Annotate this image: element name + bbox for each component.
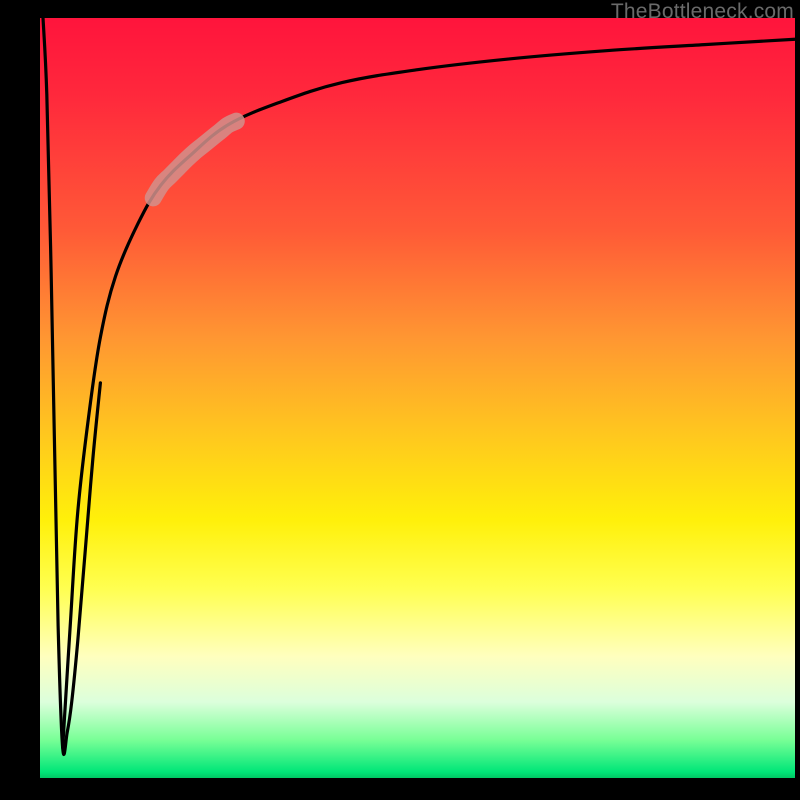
plot-area <box>40 18 795 778</box>
watermark-text: TheBottleneck.com <box>611 0 794 24</box>
curve-a-dip <box>43 18 100 754</box>
chart-frame: TheBottleneck.com <box>0 0 800 800</box>
curve-layer <box>40 18 795 778</box>
curve-b-saturating <box>63 39 795 747</box>
highlight-segment <box>153 121 236 198</box>
